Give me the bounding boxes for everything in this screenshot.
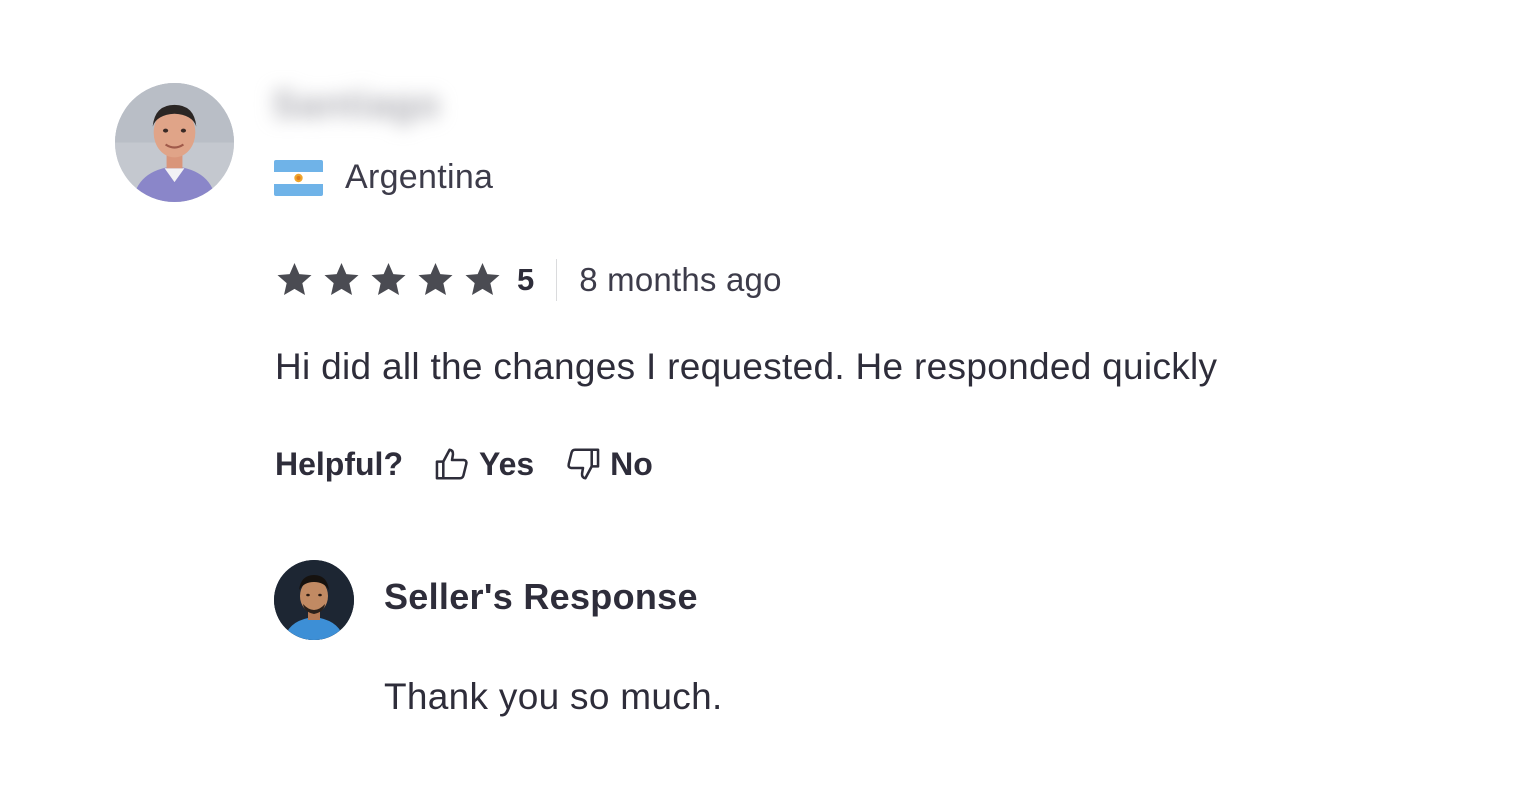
helpful-row: Helpful? Yes No [275,445,653,483]
seller-photo [274,560,354,640]
seller-response-title: Seller's Response [384,576,698,617]
divider [556,259,558,301]
seller-avatar[interactable] [274,560,354,640]
review-time: 8 months ago [579,261,782,298]
star-rating [274,260,503,300]
reviewer-country: Argentina [274,158,493,197]
thumbs-up-icon [435,448,468,480]
helpful-no-label: No [610,445,653,482]
thumbs-down-icon [567,448,600,480]
review-card: Santiago Argentina 5 8 months ago Hi did… [0,0,1523,792]
seller-response-text: Thank you so much. [384,676,723,717]
reviewer-avatar[interactable] [115,83,234,202]
argentina-flag-icon [274,159,323,196]
helpful-yes-button[interactable]: Yes [433,445,534,483]
star-icon [324,263,359,295]
reviewer-name[interactable]: Santiago [272,84,440,127]
helpful-yes-label: Yes [478,445,535,482]
star-icon [418,263,453,295]
rating-value: 5 [517,262,535,297]
country-name: Argentina [345,158,494,196]
star-icon [465,263,500,295]
reviewer-photo [115,83,234,202]
helpful-no-button[interactable]: No [564,445,653,483]
star-icon [277,263,312,295]
rating-row: 5 8 months ago [274,258,782,302]
review-text: Hi did all the changes I requested. He r… [275,346,1218,387]
star-icon [371,263,406,295]
helpful-label: Helpful? [275,445,403,482]
